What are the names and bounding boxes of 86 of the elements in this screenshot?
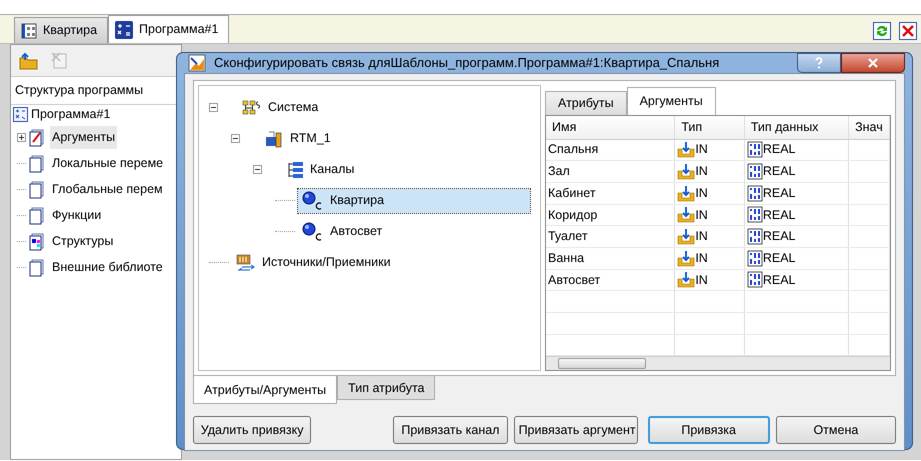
tab[interactable]: Тип атрибута [337, 376, 436, 400]
dialog-button[interactable]: Привязать аргумент [514, 416, 638, 444]
inbox-arrow-icon [677, 228, 696, 246]
column-header[interactable]: Тип данных [744, 116, 849, 139]
tree-item[interactable]: Внешние библиоте [50, 256, 165, 280]
table-cell-text: IN [695, 250, 708, 267]
column-header[interactable]: Тип [674, 116, 744, 139]
binary-icon [746, 141, 763, 158]
io-panel-icon [236, 254, 256, 272]
inbox-arrow-icon [677, 206, 696, 224]
refresh-icon[interactable] [873, 22, 891, 40]
tree-item[interactable]: Функции [50, 204, 104, 228]
network-icon [242, 100, 262, 116]
ball-c-icon [302, 190, 324, 210]
calculator-icon [13, 107, 28, 122]
tree-item[interactable]: RTM_1 [260, 126, 335, 150]
tree-item[interactable]: Локальные переме [50, 152, 166, 176]
ball-c-icon [302, 222, 324, 242]
table-cell-text: IN [695, 184, 708, 202]
computer-icon [264, 128, 284, 148]
dialog-button[interactable]: Отмена [776, 416, 896, 444]
tab[interactable]: Аргументы [626, 87, 716, 115]
inbox-arrow-icon [677, 184, 696, 202]
table-cell-text: REAL [762, 250, 796, 267]
table-cell: Туалет [546, 226, 675, 248]
calculator-icon [115, 20, 134, 38]
table-cell-text: REAL [762, 163, 796, 180]
inbox-arrow-icon [677, 271, 696, 288]
dialog-button[interactable]: Привязка [648, 416, 770, 444]
table-cell: Автосвет [546, 269, 675, 291]
collapse-icon[interactable] [231, 134, 240, 143]
table-cell: Коридор [546, 204, 675, 226]
document-tab[interactable]: Программа#1 [108, 15, 230, 43]
document-tab[interactable]: Квартира [14, 17, 108, 43]
table-cell-text: REAL [762, 206, 796, 224]
close-button[interactable] [841, 53, 905, 73]
column-header[interactable]: Знач [848, 116, 890, 139]
tree-item[interactable]: Система [238, 96, 322, 119]
horizontal-scrollbar[interactable] [546, 356, 890, 370]
binary-icon [746, 206, 763, 224]
table-cell-text: REAL [762, 141, 796, 158]
collapse-icon[interactable] [209, 103, 218, 112]
inbox-arrow-icon [677, 141, 696, 158]
dialog-button[interactable]: Удалить привязку [193, 416, 312, 444]
column-header[interactable]: Имя [546, 116, 675, 139]
question-icon [815, 57, 823, 69]
binary-icon [746, 184, 763, 202]
dialog-button[interactable]: Привязать канал [393, 416, 508, 444]
close-icon[interactable] [899, 22, 917, 40]
table-cell: Ванна [546, 247, 675, 270]
tree-item[interactable]: Автосвет [298, 220, 386, 244]
collapse-icon[interactable] [253, 165, 262, 174]
table-cell: Зал [546, 160, 675, 182]
table-cell-text: REAL [762, 272, 796, 289]
inbox-arrow-icon [677, 250, 696, 267]
tree-item[interactable]: Квартира [298, 188, 530, 212]
tab[interactable]: Атрибуты/Аргументы [193, 376, 338, 404]
table-cell: Кабинет [546, 182, 675, 204]
table-cell-text: IN [695, 163, 708, 180]
grid-icon [21, 22, 37, 38]
binary-icon [746, 228, 763, 246]
tree-item[interactable]: Каналы [282, 158, 358, 181]
tree-item[interactable]: Аргументы [50, 126, 118, 150]
table-cell-text: IN [695, 141, 708, 158]
tree-item[interactable]: Источники/Приемники [232, 251, 395, 274]
binary-icon [746, 271, 763, 288]
close-icon [868, 58, 878, 68]
tree-item[interactable]: Глобальные перем [50, 178, 165, 202]
table-cell-text: IN [695, 272, 708, 289]
inbox-arrow-icon [677, 163, 696, 180]
binary-icon [746, 250, 763, 267]
list-tree-icon [286, 160, 304, 178]
table-cell: Спальня [546, 139, 675, 161]
folder-up-icon[interactable] [19, 52, 39, 70]
binary-icon [746, 163, 763, 180]
table-cell-text: REAL [762, 228, 796, 246]
tab[interactable]: Атрибуты [545, 91, 627, 115]
expand-icon[interactable] [17, 133, 26, 142]
tree-item[interactable]: Структуры [50, 230, 116, 254]
dialog-title: Сконфигурировать связь дляШаблоны_программ.Программа#1:Квартира_Спальня [214, 54, 720, 72]
table-cell-text: IN [695, 228, 708, 246]
tree-item[interactable]: Программа#1 [11, 104, 181, 125]
chart-tool-icon [188, 54, 206, 72]
help-button[interactable] [797, 53, 841, 73]
table-cell-text: REAL [762, 184, 796, 202]
table-cell-text: IN [695, 206, 708, 224]
